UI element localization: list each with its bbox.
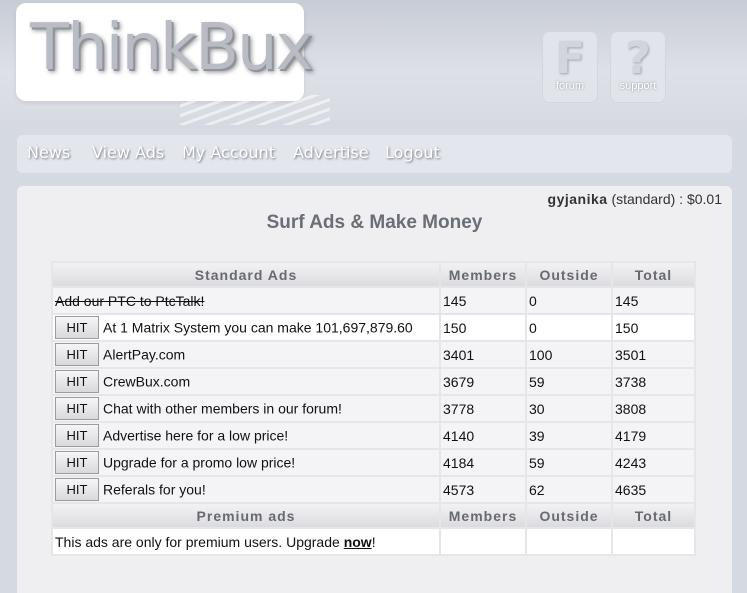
ad-link[interactable]: Advertise here for a low price! [103, 428, 288, 444]
total-cell [613, 529, 694, 554]
col-outside: Outside [527, 263, 611, 286]
table-row: HIT Upgrade for a promo low price! 4184 5… [53, 450, 694, 475]
page-title: Surf Ads & Make Money [266, 212, 483, 233]
upgrade-now-link[interactable]: now [344, 534, 372, 550]
outside-cell: 30 [527, 396, 611, 421]
outside-cell: 59 [527, 450, 611, 475]
forum-icon: F [554, 33, 586, 84]
user-info: gyjanika (standard) : $0.01 [548, 191, 722, 207]
premium-message: This ads are only for premium users. Upg… [53, 529, 439, 554]
members-cell: 4573 [441, 477, 525, 502]
outside-cell: 59 [527, 369, 611, 394]
outside-cell: 0 [527, 288, 611, 313]
ad-cell: HIT Advertise here for a low price! [53, 423, 439, 448]
ad-cell: HIT CrewBux.com [53, 369, 439, 394]
hit-button[interactable]: HIT [55, 343, 99, 366]
ad-cell: HIT Chat with other members in our forum! [53, 396, 439, 421]
membership-label: (standard) : [607, 191, 687, 207]
ad-cell: HIT Upgrade for a promo low price! [53, 450, 439, 475]
total-cell: 3738 [613, 369, 694, 394]
ad-link[interactable]: Add our PTC to PtcTalk! [55, 293, 204, 309]
main-content: gyjanika (standard) : $0.01 Surf Ads & M… [17, 186, 732, 593]
ad-link[interactable]: AlertPay.com [103, 347, 185, 363]
members-cell: 145 [441, 288, 525, 313]
ad-cell: HIT AlertPay.com [53, 342, 439, 367]
members-cell: 3679 [441, 369, 525, 394]
support-label: support [619, 80, 657, 92]
balance: $0.01 [686, 191, 722, 207]
table-row: Add our PTC to PtcTalk! 145 0 145 [53, 288, 694, 313]
main-nav: News View Ads My Account Advertise Logou… [17, 135, 732, 173]
nav-logout[interactable]: Logout [385, 143, 440, 162]
outside-cell: 0 [527, 315, 611, 340]
username: gyjanika [547, 191, 608, 207]
total-cell: 3501 [613, 342, 694, 367]
col-premium-ads: Premium ads [53, 504, 439, 527]
ads-table: Standard Ads Members Outside Total Add o… [51, 261, 696, 556]
col-outside: Outside [527, 504, 611, 527]
total-cell: 150 [613, 315, 694, 340]
outside-cell [527, 529, 611, 554]
total-cell: 4635 [613, 477, 694, 502]
members-cell: 150 [441, 315, 525, 340]
ad-link[interactable]: Upgrade for a promo low price! [103, 455, 295, 471]
premium-header-row: Premium ads Members Outside Total [53, 504, 694, 527]
ad-link[interactable]: Referals for you! [103, 482, 206, 498]
nav-news[interactable]: News [27, 143, 70, 162]
members-cell: 3778 [441, 396, 525, 421]
col-total: Total [613, 504, 694, 527]
ad-link[interactable]: At 1 Matrix System you can make 101,697,… [103, 320, 413, 336]
hit-button[interactable]: HIT [55, 316, 99, 339]
premium-message-text: This ads are only for premium users. Upg… [55, 533, 344, 550]
header-bar: ThinkBux F forum ? support [0, 0, 747, 125]
col-members: Members [441, 263, 525, 286]
members-cell: 4140 [441, 423, 525, 448]
ad-cell: HIT Referals for you! [53, 477, 439, 502]
total-cell: 145 [613, 288, 694, 313]
outside-cell: 39 [527, 423, 611, 448]
ad-cell: Add our PTC to PtcTalk! [53, 288, 439, 313]
members-cell: 4184 [441, 450, 525, 475]
total-cell: 4243 [613, 450, 694, 475]
total-cell: 4179 [613, 423, 694, 448]
ad-link[interactable]: Chat with other members in our forum! [103, 401, 342, 417]
table-row: HIT AlertPay.com 3401 100 3501 [53, 342, 694, 367]
hit-button[interactable]: HIT [55, 397, 99, 420]
hit-button[interactable]: HIT [55, 370, 99, 393]
logo-decoration [180, 95, 330, 125]
table-row: HIT Chat with other members in our forum!… [53, 396, 694, 421]
hit-button[interactable]: HIT [55, 451, 99, 474]
total-cell: 3808 [613, 396, 694, 421]
ad-cell: HIT At 1 Matrix System you can make 101,6… [53, 315, 439, 340]
hit-button[interactable]: HIT [55, 478, 99, 501]
outside-cell: 62 [527, 477, 611, 502]
support-button[interactable]: ? support [610, 31, 666, 103]
hit-button[interactable]: HIT [55, 424, 99, 447]
premium-row: This ads are only for premium users. Upg… [53, 529, 694, 554]
forum-button[interactable]: F forum [542, 31, 598, 103]
nav-my-account[interactable]: My Account [182, 143, 275, 162]
table-row: HIT CrewBux.com 3679 59 3738 [53, 369, 694, 394]
nav-view-ads[interactable]: View Ads [92, 143, 164, 162]
logo-text: ThinkBux [30, 11, 313, 85]
col-standard-ads: Standard Ads [53, 263, 439, 286]
col-members: Members [441, 504, 525, 527]
forum-label: forum [555, 80, 585, 92]
support-icon: ? [625, 33, 651, 84]
premium-message-end: ! [371, 533, 376, 550]
table-row: HIT Referals for you! 4573 62 4635 [53, 477, 694, 502]
ad-link[interactable]: CrewBux.com [103, 374, 190, 390]
outside-cell: 100 [527, 342, 611, 367]
nav-advertise[interactable]: Advertise [293, 143, 369, 162]
col-total: Total [613, 263, 694, 286]
table-row: HIT Advertise here for a low price! 4140 … [53, 423, 694, 448]
standard-header-row: Standard Ads Members Outside Total [53, 263, 694, 286]
members-cell [441, 529, 525, 554]
members-cell: 3401 [441, 342, 525, 367]
site-logo[interactable]: ThinkBux [16, 3, 313, 101]
table-row: HIT At 1 Matrix System you can make 101,6… [53, 315, 694, 340]
